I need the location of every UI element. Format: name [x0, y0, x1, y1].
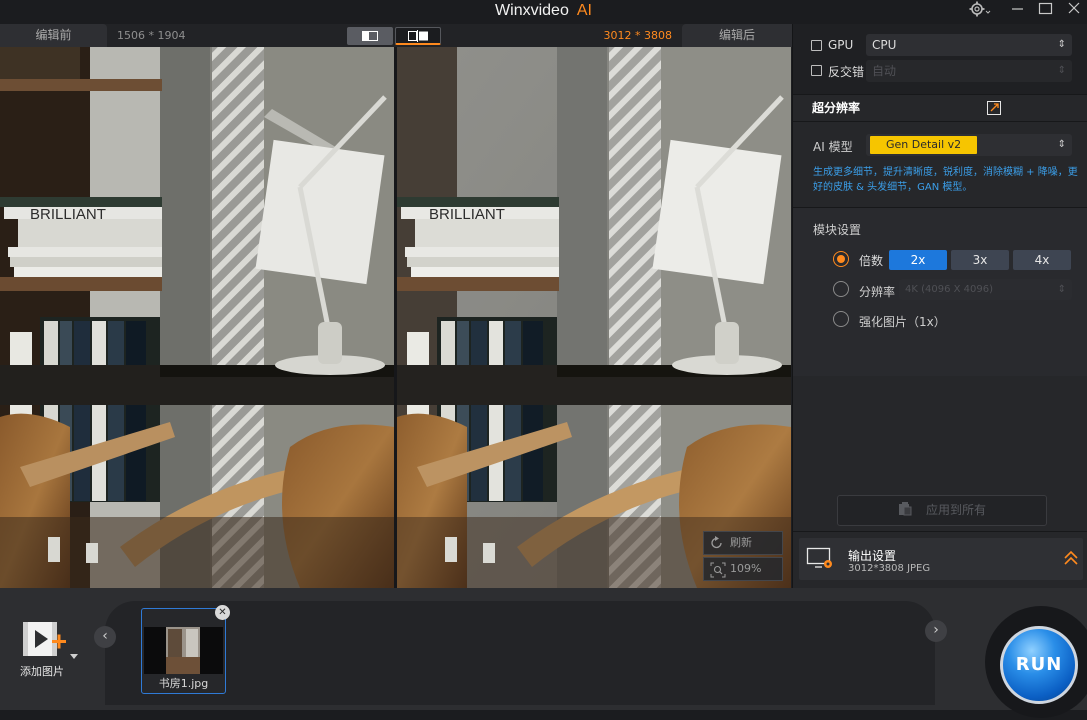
double-chevron-up-icon[interactable]: [1063, 550, 1079, 566]
bottom-base: [0, 710, 1087, 720]
after-image: BRILLIANT: [397, 47, 791, 588]
ai-model-value: Gen Detail v2: [870, 136, 978, 154]
deinterlace-select[interactable]: 自动 ⇕: [866, 60, 1072, 82]
thumbnail-filename: 书房1.jpg: [158, 677, 209, 690]
resolution-select[interactable]: 4K (4096 X 4096) ⇕: [899, 279, 1072, 300]
after-dimensions: 3012 * 3808: [603, 29, 672, 42]
ai-model-select[interactable]: Gen Detail v2 ⇕: [866, 134, 1072, 156]
chevron-right-icon[interactable]: ›: [925, 620, 947, 642]
thumbnail-image: [144, 627, 223, 674]
zoom-button[interactable]: 109%: [703, 557, 783, 581]
add-video-icon: [23, 622, 78, 659]
app-name-suffix: AI: [576, 2, 592, 19]
resolution-radio[interactable]: [833, 281, 849, 297]
single-view-button[interactable]: [347, 27, 393, 45]
updown-icon: ⇕: [1057, 39, 1066, 50]
device-value: CPU: [872, 38, 897, 52]
deinterlace-checkbox[interactable]: [811, 65, 822, 76]
output-details: 3012*3808 JPEG: [848, 563, 931, 574]
scale-3x-button[interactable]: 3x: [951, 250, 1009, 270]
before-preview[interactable]: BRILLIANT: [0, 47, 394, 588]
svg-text:BRILLIANT: BRILLIANT: [30, 206, 106, 223]
updown-icon: ⇕: [1057, 139, 1066, 150]
apply-all-button[interactable]: 应用到所有: [837, 495, 1047, 526]
after-preview[interactable]: BRILLIANT: [397, 47, 791, 588]
enhance-radio[interactable]: [833, 311, 849, 327]
scale-label: 倍数: [859, 254, 884, 268]
apply-all-label: 应用到所有: [925, 503, 986, 517]
expand-icon[interactable]: [985, 99, 1003, 117]
refresh-label: 刷新: [730, 536, 752, 549]
remove-image-icon[interactable]: ✕: [215, 605, 230, 620]
deinterlace-value: 自动: [872, 64, 897, 78]
close-icon[interactable]: [1061, 0, 1087, 18]
before-label: 编辑前: [0, 24, 107, 47]
scale-radio[interactable]: [833, 251, 849, 267]
split-view-icon: [408, 30, 428, 42]
divider: [793, 531, 1087, 532]
ai-model-label: AI 模型: [813, 140, 853, 154]
updown-icon: ⇕: [1057, 284, 1066, 295]
divider: [793, 121, 1087, 122]
single-view-icon: [362, 31, 378, 41]
svg-text:BRILLIANT: BRILLIANT: [429, 206, 505, 223]
zoom-level: 109%: [730, 562, 762, 575]
clipboard-icon: [898, 498, 912, 516]
run-button[interactable]: RUN: [1000, 626, 1078, 704]
chevron-left-icon[interactable]: ‹: [94, 626, 116, 648]
minimize-icon[interactable]: [1004, 0, 1030, 18]
maximize-icon[interactable]: [1032, 0, 1058, 18]
zoom-icon: [710, 562, 726, 578]
before-dimensions: 1506 * 1904: [117, 29, 186, 42]
scale-2x-button[interactable]: 2x: [889, 250, 947, 270]
deinterlace-label: 反交错: [828, 65, 865, 79]
gpu-checkbox[interactable]: [811, 40, 822, 51]
image-tray: [105, 601, 935, 705]
divider: [793, 94, 1087, 95]
after-label: 编辑后: [682, 24, 792, 47]
add-image-label: 添加图片: [20, 665, 64, 678]
app-title: Winxvideo AI: [0, 0, 1087, 24]
output-settings-icon: [806, 547, 834, 571]
updown-icon: ⇕: [1057, 65, 1066, 76]
resolution-value: 4K (4096 X 4096): [905, 284, 994, 295]
before-image: BRILLIANT: [0, 47, 394, 588]
gpu-label: GPU: [828, 38, 854, 52]
scale-4x-button[interactable]: 4x: [1013, 250, 1071, 270]
app-name: Winxvideo: [495, 2, 569, 19]
split-view-button[interactable]: [395, 27, 441, 45]
enhance-label: 强化图片（1x）: [859, 315, 946, 329]
refresh-icon: [711, 536, 722, 549]
section-title: 超分辨率: [812, 101, 861, 115]
model-description: 生成更多细节，提升清晰度，锐利度，消除模糊 + 降噪，更好的皮肤 & 头发细节，…: [813, 167, 1078, 193]
resolution-label: 分辨率: [859, 285, 896, 299]
device-select[interactable]: CPU ⇕: [866, 34, 1072, 56]
add-image-button[interactable]: [20, 618, 82, 662]
output-title: 输出设置: [848, 549, 897, 563]
mode-title: 模块设置: [813, 223, 862, 237]
output-settings[interactable]: [799, 538, 1083, 580]
refresh-button[interactable]: 刷新: [703, 531, 783, 555]
gear-icon[interactable]: [966, 0, 992, 18]
